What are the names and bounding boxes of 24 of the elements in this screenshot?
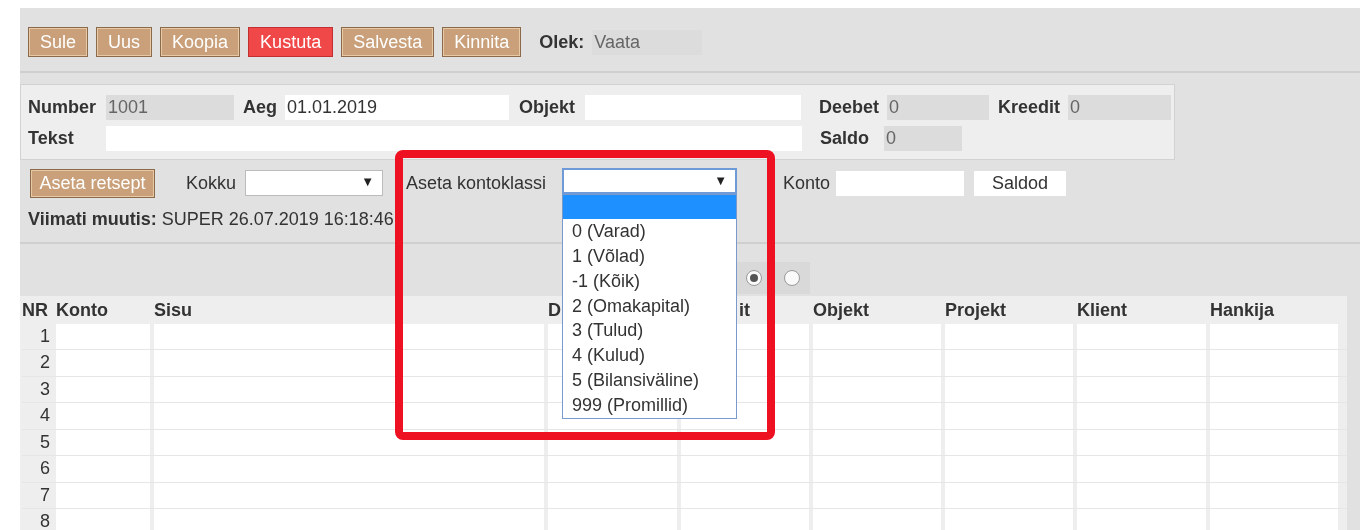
- field-label: Kokku: [186, 172, 238, 194]
- field-label: Tekst: [28, 128, 75, 149]
- status-field: Vaata: [592, 29, 703, 55]
- status-label: Olek:: [539, 31, 585, 53]
- field-label: Objekt: [519, 97, 576, 118]
- column-header: Sisu: [154, 299, 192, 322]
- field-label: Aeg: [243, 97, 278, 118]
- field-label: Saldo: [820, 128, 870, 149]
- column-header: Klient: [1077, 299, 1127, 322]
- column-header: Projekt: [945, 299, 1007, 322]
- field-label: Deebet: [819, 97, 881, 118]
- caret-icon: ▼: [714, 172, 727, 188]
- column-header: it: [739, 299, 750, 322]
- last-modified-text: Viimati muutis: SUPER 26.07.2019 16:18:46: [28, 209, 394, 230]
- field-label: Aseta kontoklassi: [406, 172, 548, 194]
- field-label: Number: [28, 97, 97, 118]
- column-header: Objekt: [813, 299, 869, 322]
- column-header: Hankija: [1210, 299, 1275, 322]
- field-label: Kreedit: [998, 97, 1061, 118]
- column-header: Konto: [56, 299, 108, 322]
- field-label: Konto: [783, 172, 831, 194]
- column-header: NR: [22, 299, 48, 322]
- caret-icon: ▼: [361, 174, 374, 189]
- column-header: D: [548, 299, 561, 322]
